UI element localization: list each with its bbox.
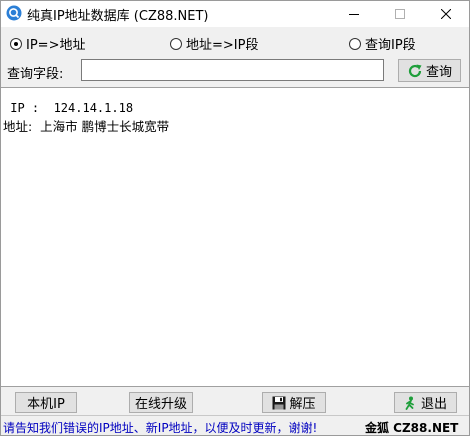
result-address-label: 地址:: [3, 119, 33, 134]
exit-person-icon: [405, 396, 414, 410]
radio-label: 地址=>IP段: [186, 38, 259, 53]
radio-query-ip-range[interactable]: 查询IP段: [349, 34, 416, 53]
online-upgrade-button[interactable]: 在线升级: [129, 392, 193, 413]
exit-button-label: 退出: [420, 397, 447, 412]
decompress-button-label: 解压: [289, 397, 316, 412]
app-logo-icon: [6, 5, 22, 21]
result-ip-value: 124.14.1.18: [53, 101, 134, 115]
floppy-disk-icon: [272, 396, 286, 409]
radio-dot-selected[interactable]: [10, 37, 22, 50]
result-address-line: 地址: 上海市 鹏博士长城宽带: [3, 116, 169, 135]
radio-dot[interactable]: [170, 37, 182, 50]
window-title: 纯真IP地址数据库 (CZ88.NET): [27, 9, 209, 24]
local-ip-button-label: 本机IP: [27, 397, 65, 412]
local-ip-button[interactable]: 本机IP: [15, 392, 77, 413]
mode-selector: IP=>地址 地址=>IP段 查询IP段: [1, 34, 469, 54]
status-bar: 请告知我们错误的IP地址、新IP地址，以便及时更新，谢谢! 金狐 CZ88.NE…: [1, 415, 469, 435]
result-address-value: 上海市 鹏博士长城宽带: [40, 119, 170, 134]
radio-ip-to-address[interactable]: IP=>地址: [10, 34, 85, 53]
result-panel[interactable]: IP : 124.14.1.18 地址: 上海市 鹏博士长城宽带: [1, 87, 469, 387]
exit-button[interactable]: 退出: [394, 392, 457, 413]
result-ip-line: IP : 124.14.1.18: [3, 101, 133, 115]
query-button[interactable]: 查询: [398, 59, 461, 82]
close-icon: [441, 9, 451, 19]
title-bar[interactable]: 纯真IP地址数据库 (CZ88.NET): [1, 1, 469, 27]
radio-dot[interactable]: [349, 37, 361, 50]
minimize-icon: [349, 14, 359, 15]
maximize-icon: [395, 9, 405, 19]
refresh-icon: [408, 64, 422, 77]
decompress-button[interactable]: 解压: [262, 392, 326, 413]
status-message-link[interactable]: 请告知我们错误的IP地址、新IP地址，以便及时更新，谢谢!: [3, 419, 317, 436]
radio-label: 查询IP段: [365, 38, 416, 53]
query-input[interactable]: [81, 59, 384, 81]
radio-address-to-ip[interactable]: 地址=>IP段: [170, 34, 258, 53]
online-upgrade-button-label: 在线升级: [134, 397, 187, 412]
maximize-button[interactable]: [377, 1, 423, 27]
minimize-button[interactable]: [331, 1, 377, 27]
app-window: 纯真IP地址数据库 (CZ88.NET) IP=>地址 地址=>IP段 查询IP…: [0, 0, 470, 436]
query-field-label: 查询字段:: [7, 67, 64, 82]
query-button-label: 查询: [425, 65, 452, 80]
result-ip-label: IP :: [3, 101, 40, 115]
status-brand[interactable]: 金狐 CZ88.NET: [365, 419, 458, 436]
close-button[interactable]: [423, 1, 469, 27]
radio-label: IP=>地址: [26, 38, 86, 53]
